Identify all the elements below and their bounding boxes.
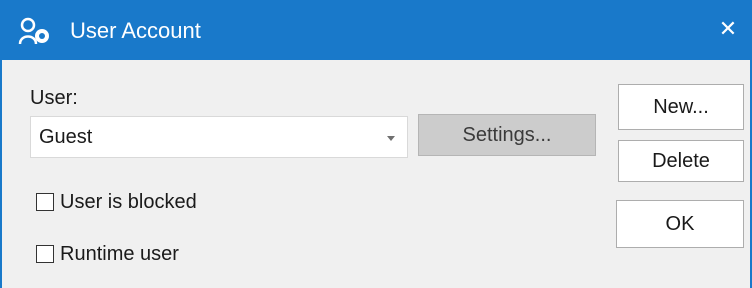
blocked-checkbox[interactable] [36, 193, 54, 211]
new-button[interactable]: New... [618, 84, 744, 130]
runtime-option[interactable]: Runtime user [36, 242, 179, 266]
runtime-checkbox-label: Runtime user [60, 243, 179, 265]
blocked-option[interactable]: User is blocked [36, 190, 197, 214]
window-title: User Account [70, 18, 201, 43]
user-account-dialog: User Account ✕ User: Guest Settings... N… [0, 0, 752, 288]
title-bar[interactable]: User Account ✕ [2, 0, 750, 60]
settings-button[interactable]: Settings... [418, 114, 596, 156]
user-account-icon [18, 16, 52, 46]
ok-button-label: OK [665, 212, 695, 235]
ok-button[interactable]: OK [616, 200, 744, 248]
close-icon: ✕ [718, 16, 738, 41]
user-label: User: [30, 87, 78, 109]
blocked-checkbox-label: User is blocked [60, 191, 197, 213]
user-dropdown[interactable]: Guest [30, 116, 408, 158]
delete-button-label: Delete [652, 149, 710, 172]
close-button[interactable]: ✕ [710, 12, 746, 46]
delete-button[interactable]: Delete [618, 140, 744, 182]
settings-button-label: Settings... [462, 123, 552, 146]
new-button-label: New... [653, 95, 709, 118]
runtime-checkbox[interactable] [36, 245, 54, 263]
chevron-down-icon [387, 136, 395, 141]
user-dropdown-value: Guest [39, 126, 93, 148]
